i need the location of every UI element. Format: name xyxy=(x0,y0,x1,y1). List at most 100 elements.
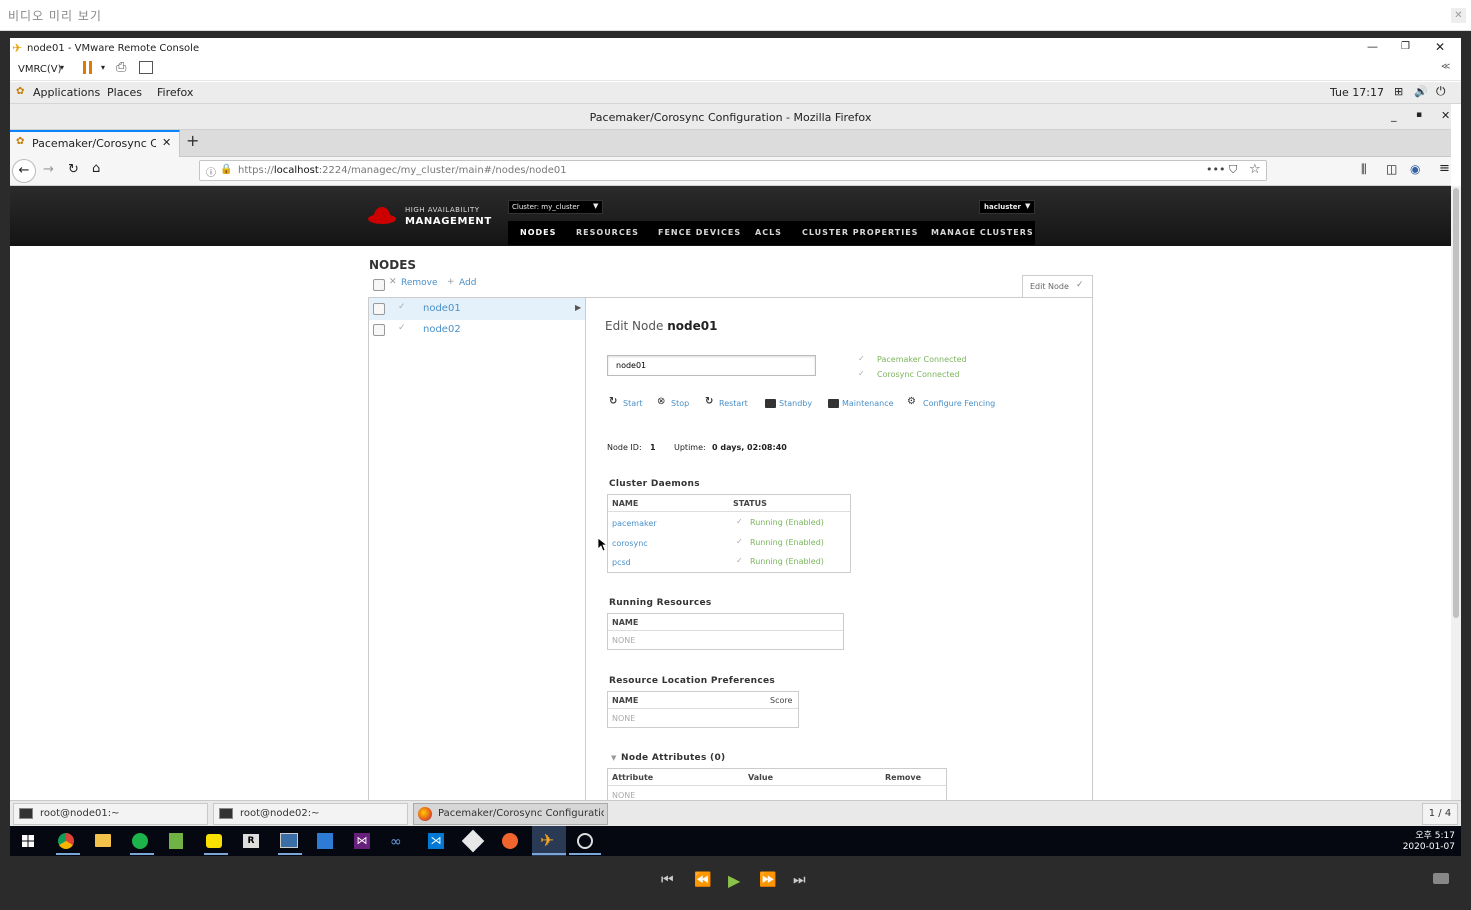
minimize-icon[interactable]: — xyxy=(1367,40,1378,53)
configure-fencing-icon[interactable]: ⚙ xyxy=(907,396,916,407)
app-icon[interactable] xyxy=(317,833,333,849)
lock-warning-icon[interactable]: 🔒 xyxy=(220,164,232,175)
applications-menu[interactable]: Applications xyxy=(33,86,100,99)
node-attributes-heading[interactable]: Node Attributes (0) xyxy=(621,753,725,763)
vmrc-menu[interactable]: VMRC(V) xyxy=(18,64,62,75)
fullscreen-icon[interactable] xyxy=(139,61,153,74)
url-bar[interactable]: ⓘ 🔒 https://localhost:2224/managec/my_cl… xyxy=(199,160,1267,181)
start-icon[interactable]: ↻ xyxy=(609,396,617,407)
file-explorer-icon[interactable] xyxy=(95,834,111,847)
restart-button[interactable]: Restart xyxy=(719,399,748,408)
obs-icon[interactable] xyxy=(577,833,593,849)
close-icon[interactable]: ✕ xyxy=(1435,40,1445,54)
nav-nodes[interactable]: NODES xyxy=(520,228,556,237)
bookmark-star-icon[interactable]: ☆ xyxy=(1249,162,1261,177)
node-link[interactable]: node02 xyxy=(423,324,461,335)
add-node-link[interactable]: Add xyxy=(459,278,476,288)
rstudio-icon[interactable]: R xyxy=(243,834,259,848)
rewind-icon[interactable]: ⏪ xyxy=(694,872,711,888)
camera-icon[interactable] xyxy=(1433,873,1449,884)
pocket-icon[interactable]: ⛉ xyxy=(1229,163,1237,177)
restart-icon[interactable]: ↻ xyxy=(705,396,713,407)
chrome-icon[interactable] xyxy=(58,833,74,849)
nav-acls[interactable]: ACLS xyxy=(755,228,782,237)
postman-icon[interactable] xyxy=(502,833,518,849)
forward-icon[interactable]: → xyxy=(43,162,54,177)
visual-studio-icon[interactable]: ⋈ xyxy=(354,833,370,849)
nav-cluster-properties[interactable]: CLUSTER PROPERTIES xyxy=(802,228,918,237)
tab-close-icon[interactable]: ✕ xyxy=(162,136,171,149)
sync-account-icon[interactable]: ◉ xyxy=(1410,162,1420,176)
stop-button[interactable]: Stop xyxy=(671,399,689,408)
vscode-icon[interactable]: ⋊ xyxy=(428,833,444,849)
workspace-switcher[interactable]: 1 / 4 xyxy=(1422,803,1458,825)
sidebar-icon[interactable]: ◫ xyxy=(1386,162,1397,176)
task-firefox[interactable]: Pacemaker/Corosync Configuration ... xyxy=(413,803,608,825)
daemon-name[interactable]: pcsd xyxy=(612,558,631,567)
task-terminal-node01[interactable]: root@node01:~ xyxy=(13,803,208,825)
firefox-menu[interactable]: Firefox xyxy=(157,86,193,99)
windows-time[interactable]: 오후 5:17 xyxy=(1395,828,1455,841)
node-row-checkbox[interactable] xyxy=(373,324,385,336)
node-name-input[interactable] xyxy=(607,355,816,376)
power-icon[interactable]: ⏻ xyxy=(1436,84,1446,99)
node-link[interactable]: node01 xyxy=(423,303,461,314)
maintenance-icon[interactable] xyxy=(828,399,839,408)
daemon-name[interactable]: pacemaker xyxy=(612,519,657,528)
notepad-icon[interactable] xyxy=(169,833,183,849)
info-icon[interactable]: ⓘ xyxy=(206,164,216,179)
library-icon[interactable]: ⫼ xyxy=(1361,162,1367,177)
daemon-name[interactable]: corosync xyxy=(612,539,648,548)
collapse-toolbar-icon[interactable]: ≪ xyxy=(1441,62,1450,72)
home-icon[interactable]: ⌂ xyxy=(92,161,100,176)
node-row-selected[interactable]: ✓ node01 ▶ xyxy=(369,298,585,320)
remove-node-link[interactable]: Remove xyxy=(401,278,438,288)
windows-date[interactable]: 2020-01-07 xyxy=(1395,842,1455,852)
nav-resources[interactable]: RESOURCES xyxy=(576,228,639,237)
back-icon[interactable]: ← xyxy=(12,159,36,183)
node-row-checkbox[interactable] xyxy=(373,303,385,315)
evernote-icon[interactable] xyxy=(132,833,148,849)
remote-desktop-icon[interactable] xyxy=(280,833,298,848)
standby-icon[interactable] xyxy=(765,399,776,408)
skip-to-start-icon[interactable]: ⏮ xyxy=(661,872,674,888)
ff-close-icon[interactable]: ✕ xyxy=(1441,109,1450,122)
infinity-icon[interactable]: ∞ xyxy=(390,834,402,850)
standby-button[interactable]: Standby xyxy=(779,399,812,408)
volume-icon[interactable]: 🔊 xyxy=(1414,85,1428,98)
node-row[interactable]: ✓ node02 xyxy=(369,320,585,342)
preview-close-button[interactable]: ✕ xyxy=(1451,8,1466,23)
ff-minimize-icon[interactable]: _ xyxy=(1391,109,1397,122)
send-ctrl-alt-del-icon[interactable]: ⎙ xyxy=(116,60,126,75)
new-tab-icon[interactable]: + xyxy=(186,131,199,150)
network-icon[interactable]: ⊞ xyxy=(1394,85,1403,98)
ff-maximize-icon[interactable]: ▪ xyxy=(1416,110,1422,120)
attr-expand-icon[interactable]: ▼ xyxy=(611,754,616,762)
task-terminal-node02[interactable]: root@node02:~ xyxy=(213,803,408,825)
tab-pacemaker[interactable]: ✿ Pacemaker/Corosync Con ✕ xyxy=(10,130,180,157)
fast-forward-icon[interactable]: ⏩ xyxy=(759,872,776,888)
scrollbar-thumb[interactable] xyxy=(1453,188,1459,618)
pause-menu-chevron-icon[interactable]: ▾ xyxy=(101,63,105,72)
app-diamond-icon[interactable] xyxy=(461,829,485,853)
chevron-down-icon[interactable]: ▾ xyxy=(60,63,64,72)
page-scrollbar[interactable] xyxy=(1451,186,1461,800)
windows-start-icon[interactable] xyxy=(22,835,34,847)
start-button[interactable]: Start xyxy=(623,399,643,408)
pause-icon[interactable] xyxy=(83,61,86,74)
nav-manage-clusters[interactable]: MANAGE CLUSTERS xyxy=(931,228,1034,237)
hamburger-menu-icon[interactable]: ≡ xyxy=(1439,161,1450,176)
edit-node-tab[interactable]: Edit Node ✓ xyxy=(1022,275,1093,297)
clock[interactable]: Tue 17:17 xyxy=(1330,86,1384,99)
restore-icon[interactable]: ❐ xyxy=(1401,41,1410,52)
reload-icon[interactable]: ↻ xyxy=(68,162,79,177)
page-actions-icon[interactable]: ••• xyxy=(1206,163,1225,176)
user-dropdown[interactable]: hacluster ▼ xyxy=(979,200,1035,214)
kakaotalk-icon[interactable] xyxy=(206,834,222,848)
maintenance-button[interactable]: Maintenance xyxy=(842,399,894,408)
skip-to-end-icon[interactable]: ⏭ xyxy=(793,872,806,888)
play-icon[interactable]: ▶ xyxy=(728,871,740,890)
nav-fence-devices[interactable]: FENCE DEVICES xyxy=(658,228,741,237)
cluster-dropdown[interactable]: Cluster: my_cluster ▼ xyxy=(508,200,603,214)
select-all-checkbox[interactable] xyxy=(373,279,385,291)
